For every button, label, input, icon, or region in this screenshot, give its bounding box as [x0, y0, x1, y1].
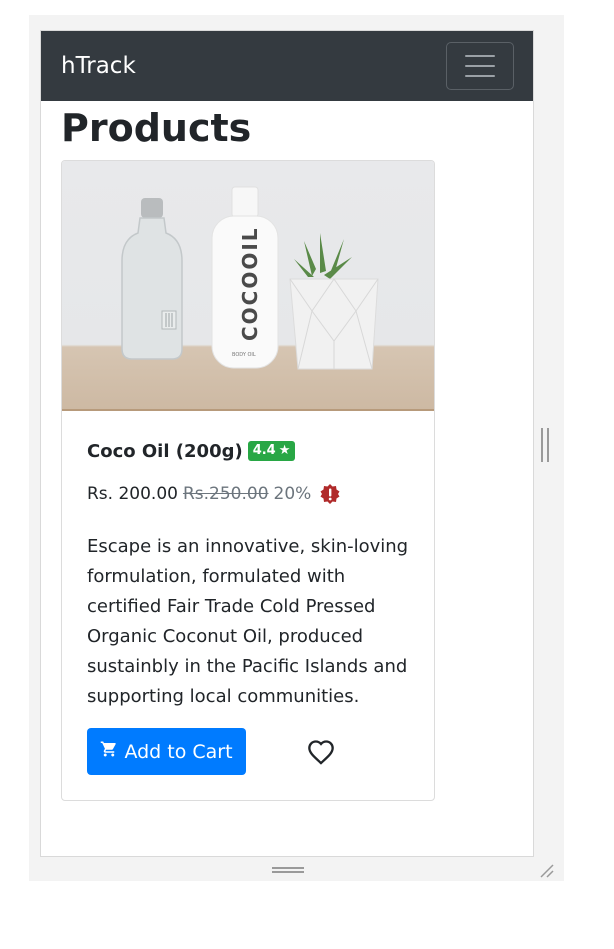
bottle-label: COCOOIL [238, 226, 262, 341]
bottle-sublabel: BODY OIL [232, 352, 256, 358]
product-photo-illustration: COCOOIL BODY OIL [121, 186, 379, 370]
vertical-resize-handle[interactable] [541, 428, 549, 462]
cart-icon [100, 740, 118, 763]
product-card-body: Coco Oil (200g) 4.4 ★ Rs. 200.00 Rs.250.… [87, 437, 417, 775]
horizontal-resize-handle[interactable] [272, 867, 304, 873]
discount-percent: 20% [273, 484, 312, 504]
resize-grip-icon[interactable] [538, 862, 556, 884]
original-price: Rs.250.00 [182, 484, 269, 504]
page-title: Products [61, 106, 252, 150]
product-card: COCOOIL BODY OIL Coco Oil (200g) 4.4 ★ R… [61, 160, 435, 801]
current-price: Rs. 200.00 [87, 484, 178, 504]
price-row: Rs. 200.00 Rs.250.00 20% [87, 483, 341, 505]
heart-icon[interactable] [307, 739, 335, 769]
product-name[interactable]: Coco Oil (200g) [87, 441, 243, 462]
alert-badge-icon[interactable] [319, 483, 341, 505]
navbar-brand[interactable]: hTrack [61, 52, 136, 80]
navbar: hTrack [41, 31, 533, 101]
navbar-toggle-button[interactable] [446, 42, 514, 90]
rating-value: 4.4 [252, 443, 276, 458]
rating-badge: 4.4 ★ [247, 441, 296, 461]
add-to-cart-label: Add to Cart [124, 740, 233, 763]
product-description: Escape is an innovative, skin-loving for… [87, 536, 409, 707]
star-icon: ★ [278, 443, 291, 458]
product-title-row: Coco Oil (200g) 4.4 ★ [87, 437, 417, 465]
product-image: COCOOIL BODY OIL [62, 161, 434, 411]
add-to-cart-button[interactable]: Add to Cart [87, 728, 246, 775]
hamburger-icon [465, 55, 495, 57]
browser-viewport: hTrack Products COCOOIL BODY OIL Coco Oi… [40, 30, 534, 857]
